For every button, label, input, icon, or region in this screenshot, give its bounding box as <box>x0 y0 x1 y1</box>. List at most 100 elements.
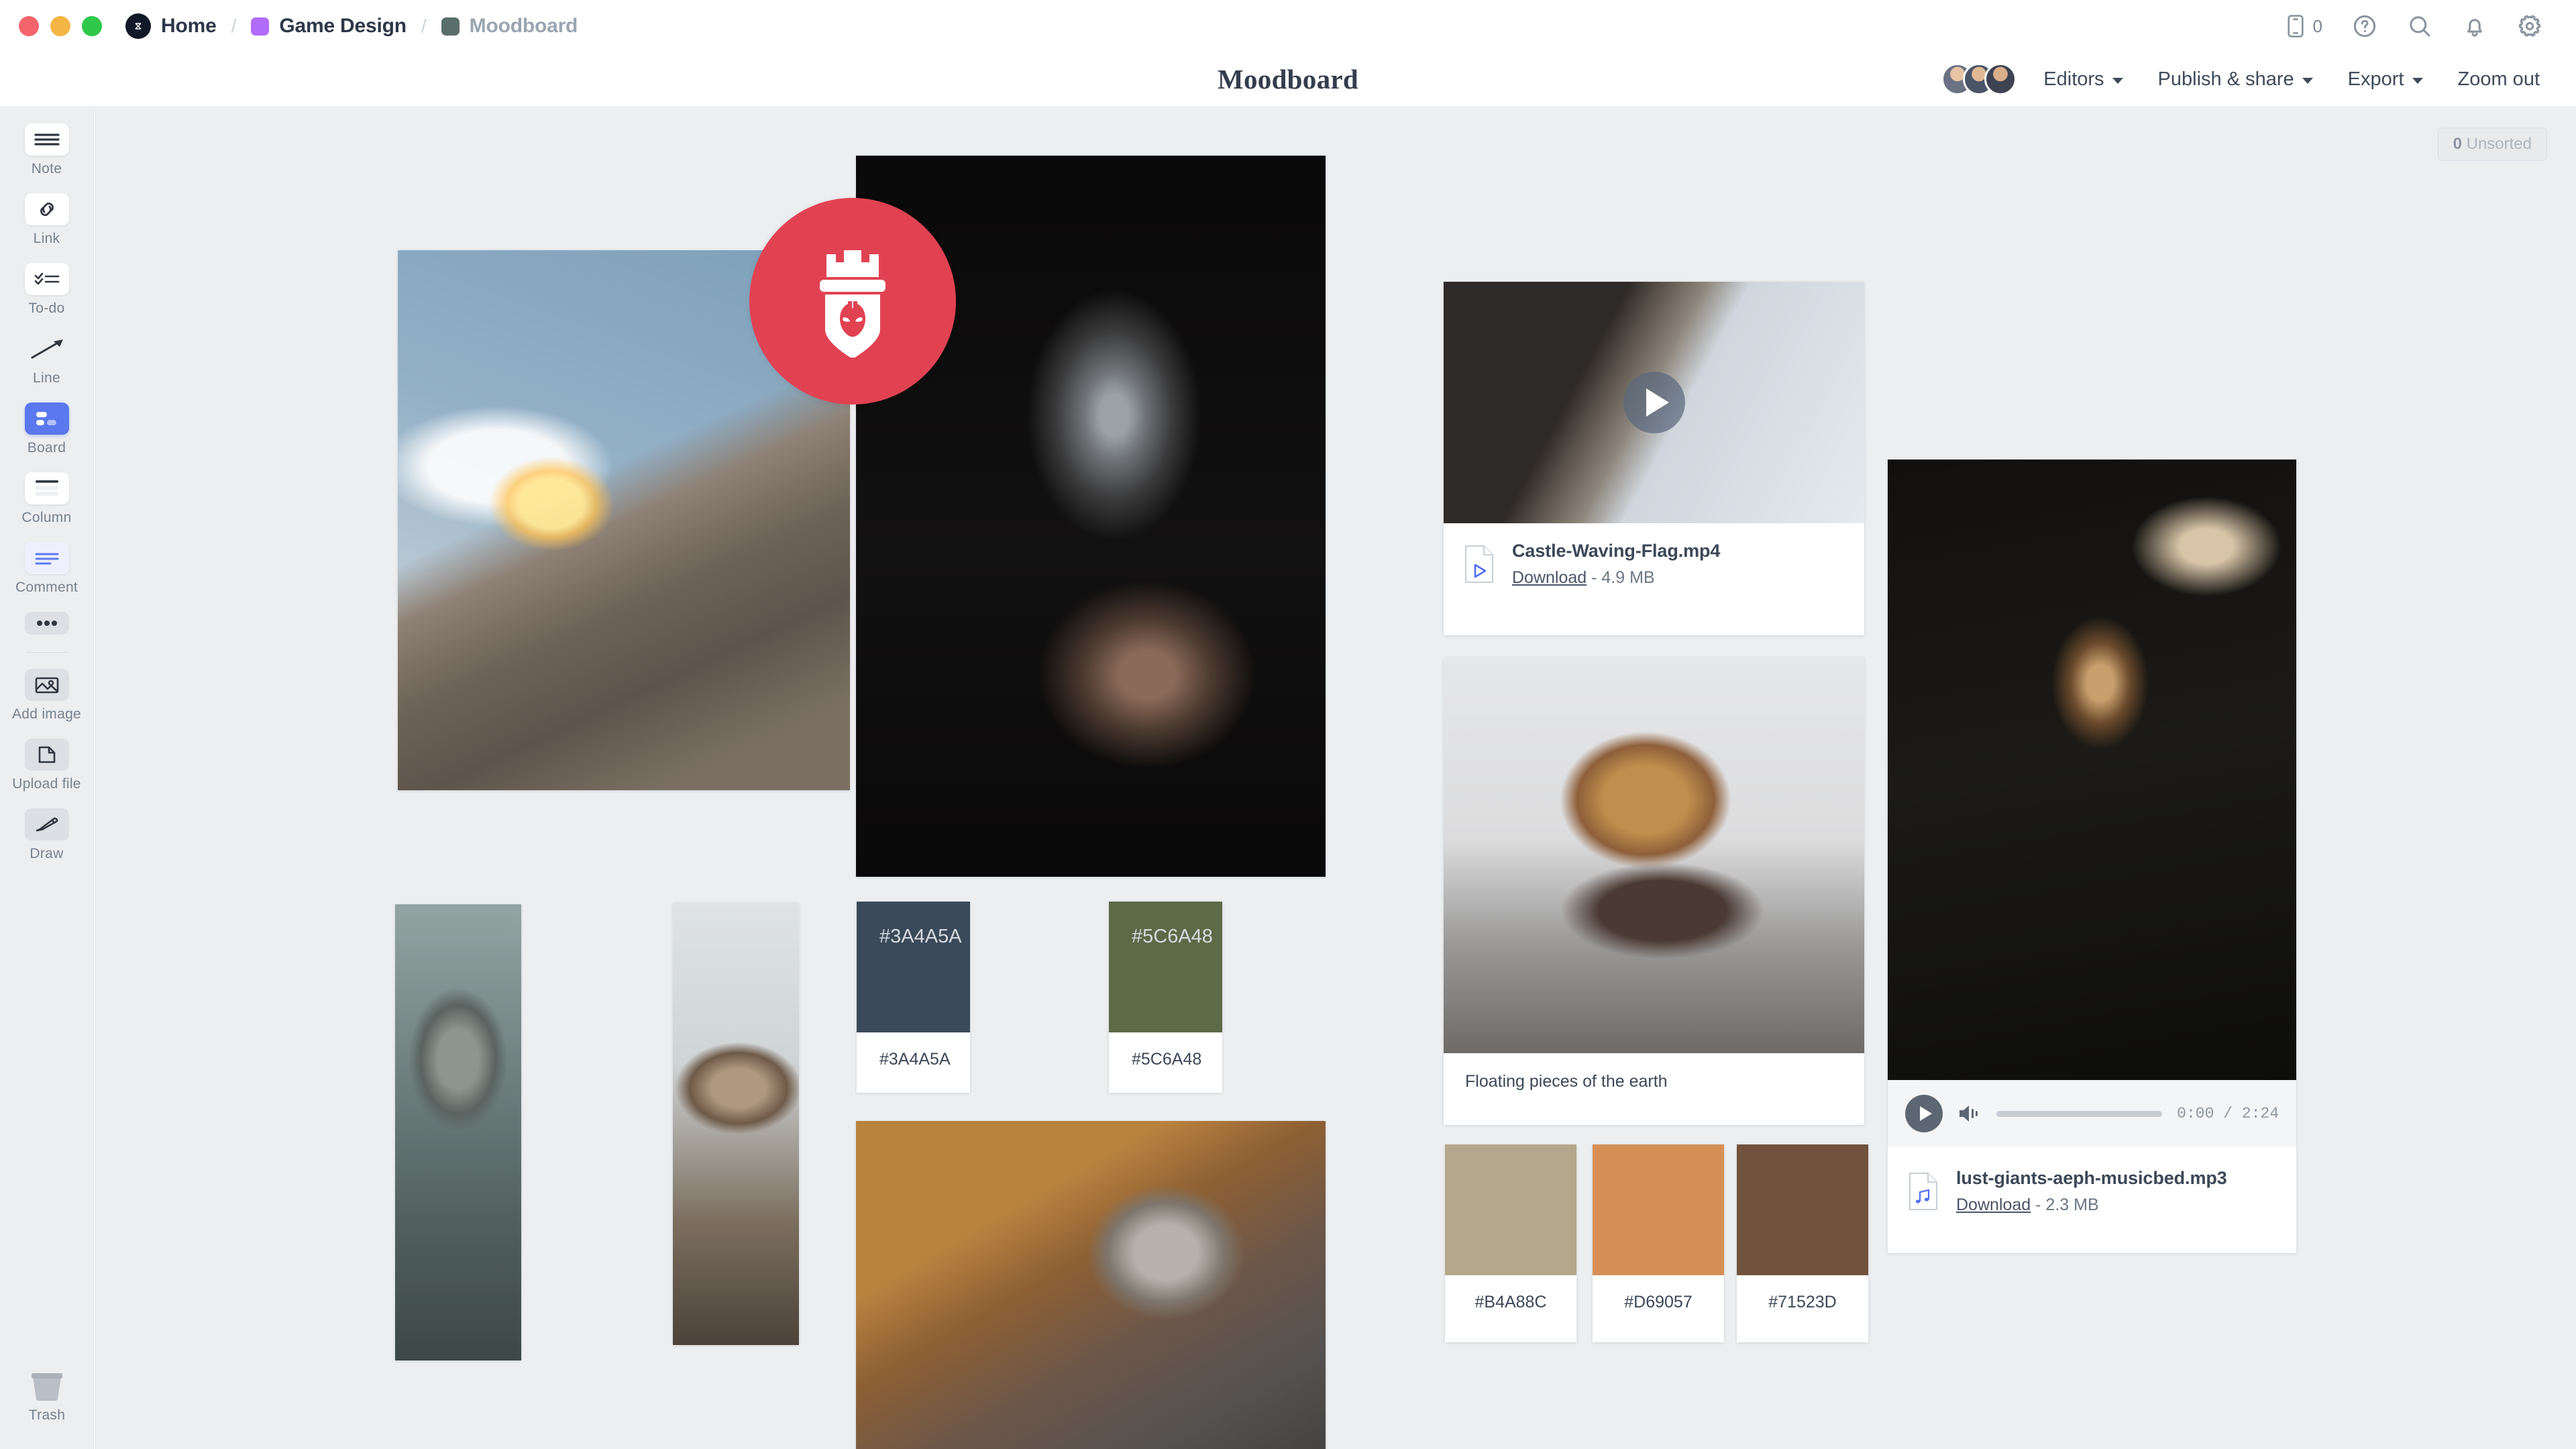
swatch-overlay-label: #5C6A48 <box>1132 926 1213 948</box>
swatch-caption: #5C6A48 <box>1109 1032 1222 1069</box>
swatch-color-fill <box>1737 1144 1868 1275</box>
pencil-icon <box>25 808 69 841</box>
sidebar-tool-board[interactable]: Board <box>0 402 93 456</box>
sidebar-tool-column[interactable]: Column <box>0 472 93 526</box>
photo-carved-dragon-head[interactable] <box>673 902 799 1345</box>
window-title-bar: Home / Game Design / Moodboard 0 <box>0 0 2576 52</box>
editor-avatars[interactable] <box>1941 63 2017 95</box>
play-icon[interactable] <box>1623 372 1685 433</box>
zoom-out-button[interactable]: Zoom out <box>2440 68 2558 91</box>
search-button[interactable] <box>2392 13 2447 39</box>
notifications-icon <box>2462 13 2487 39</box>
card-color-swatch-3a4a5a[interactable]: #3A4A5A #3A4A5A <box>857 902 970 1093</box>
brand-badge-castle-shield[interactable] <box>749 198 956 405</box>
column-icon <box>25 472 69 504</box>
photo-knight-skeleton-helmet[interactable] <box>395 904 521 1360</box>
comment-icon <box>25 542 69 574</box>
swatch-caption: #B4A88C <box>1445 1275 1576 1312</box>
help-button[interactable] <box>2337 13 2392 39</box>
photo-viking-helmet-fur-chainmail[interactable] <box>856 1121 1326 1449</box>
audio-progress-track[interactable] <box>1996 1111 2162 1117</box>
publish-share-menu-button[interactable]: Publish & share <box>2141 68 2330 91</box>
video-download-link[interactable]: Download <box>1512 568 1587 587</box>
sidebar-tool-line[interactable]: Line <box>0 333 93 386</box>
unsorted-badge[interactable]: 0 Unsorted <box>2438 127 2547 161</box>
breadcrumb-label-moodboard: Moodboard <box>470 15 578 38</box>
volume-icon[interactable] <box>1957 1103 1982 1124</box>
sidebar-tool-link[interactable]: Link <box>0 193 93 247</box>
sidebar-tool-add-image[interactable]: Add image <box>0 669 93 722</box>
close-window-button[interactable] <box>19 16 39 36</box>
sidebar-tool-label: Link <box>34 231 60 247</box>
meta-separator: - <box>1591 568 1597 587</box>
breadcrumb-item-game-design[interactable]: Game Design <box>251 15 407 38</box>
swatch-overlay-label: #3A4A5A <box>879 926 962 948</box>
sidebar-tool-note[interactable]: Note <box>0 123 93 177</box>
sidebar-tool-label: Line <box>33 370 60 386</box>
sidebar-tool-upload-file[interactable]: Upload file <box>0 739 93 792</box>
breadcrumb-item-home[interactable]: Home <box>125 13 217 39</box>
more-dots-icon <box>25 612 69 635</box>
breadcrumb-label-home: Home <box>161 15 217 38</box>
sidebar-tool-more[interactable] <box>0 612 93 635</box>
sidebar-tool-draw[interactable]: Draw <box>0 808 93 862</box>
video-thumbnail[interactable] <box>1444 282 1864 523</box>
sidebar-trash[interactable]: Trash <box>0 1370 94 1424</box>
zoom-out-label: Zoom out <box>2458 68 2540 91</box>
swatch-color-fill <box>1445 1144 1576 1275</box>
card-color-swatch-b4a88c[interactable]: #B4A88C <box>1445 1144 1576 1342</box>
rock-card-caption: Floating pieces of the earth <box>1444 1053 1864 1110</box>
sidebar-tool-label: Column <box>21 510 71 526</box>
audio-play-button[interactable] <box>1905 1095 1943 1132</box>
sidebar-tool-comment[interactable]: Comment <box>0 542 93 596</box>
card-color-swatch-5c6a48[interactable]: #5C6A48 #5C6A48 <box>1109 902 1222 1093</box>
folder-swatch-icon <box>441 17 460 36</box>
export-menu-button[interactable]: Export <box>2330 68 2440 91</box>
editors-label: Editors <box>2043 68 2104 91</box>
video-file-icon <box>1464 545 1495 584</box>
gear-icon <box>2517 13 2542 39</box>
card-audio-lust-giants[interactable]: 0:00 / 2:24 lust-giants-aeph-musicbed.mp… <box>1888 460 2296 1253</box>
note-icon <box>25 123 69 156</box>
audio-download-link[interactable]: Download <box>1956 1195 2031 1214</box>
trash-icon <box>28 1370 66 1402</box>
avatar[interactable] <box>1984 63 2017 95</box>
line-arrow-icon <box>25 333 69 365</box>
card-floating-rock[interactable]: Floating pieces of the earth <box>1444 657 1864 1125</box>
minimize-window-button[interactable] <box>50 16 70 36</box>
audio-player[interactable]: 0:00 / 2:24 <box>1888 1080 2296 1147</box>
photo-warrior-woman-headdress[interactable] <box>1888 460 2296 1080</box>
board-canvas[interactable]: 0 Unsorted Castle-Waving-Flag.mp4 Downlo… <box>95 106 2576 1449</box>
card-color-swatch-71523d[interactable]: #71523D <box>1737 1144 1868 1342</box>
audio-file-meta: Download - 2.3 MB <box>1956 1195 2227 1215</box>
audio-file-row: lust-giants-aeph-musicbed.mp3 Download -… <box>1888 1150 2296 1232</box>
notifications-button[interactable] <box>2447 13 2502 39</box>
left-tool-sidebar: Note Link To-do Line Board Column <box>0 106 94 1449</box>
castle-shield-helmet-icon <box>804 245 902 358</box>
sidebar-tool-label: Note <box>32 161 62 177</box>
audio-file-icon <box>1908 1172 1939 1211</box>
settings-button[interactable] <box>2502 13 2557 39</box>
mobile-app-button[interactable]: 0 <box>2270 14 2337 38</box>
sidebar-tool-todo[interactable]: To-do <box>0 263 93 317</box>
sidebar-tool-label: To-do <box>28 301 64 317</box>
audio-file-size: 2.3 MB <box>2045 1195 2098 1214</box>
sidebar-tool-label: Comment <box>15 580 78 596</box>
chevron-down-icon <box>2112 78 2123 84</box>
meta-separator: - <box>2035 1195 2041 1214</box>
board-toolbar-actions: Editors Publish & share Export Zoom out <box>1941 52 2557 106</box>
card-video-castle-waving-flag[interactable]: Castle-Waving-Flag.mp4 Download - 4.9 MB <box>1444 282 1864 635</box>
maximize-window-button[interactable] <box>82 16 102 36</box>
file-icon <box>25 739 69 771</box>
swatch-caption: #3A4A5A <box>857 1032 970 1069</box>
sidebar-divider <box>25 652 68 653</box>
breadcrumb-label-game-design: Game Design <box>279 15 407 38</box>
photo-floating-rock[interactable] <box>1444 657 1864 1053</box>
folder-swatch-icon <box>251 17 269 36</box>
publish-share-label: Publish & share <box>2158 68 2294 91</box>
editors-menu-button[interactable]: Editors <box>2026 68 2140 91</box>
breadcrumb-item-moodboard[interactable]: Moodboard <box>441 15 578 38</box>
card-color-swatch-d69057[interactable]: #D69057 <box>1593 1144 1724 1342</box>
breadcrumb-separator: / <box>421 15 427 37</box>
mobile-count: 0 <box>2313 16 2322 37</box>
